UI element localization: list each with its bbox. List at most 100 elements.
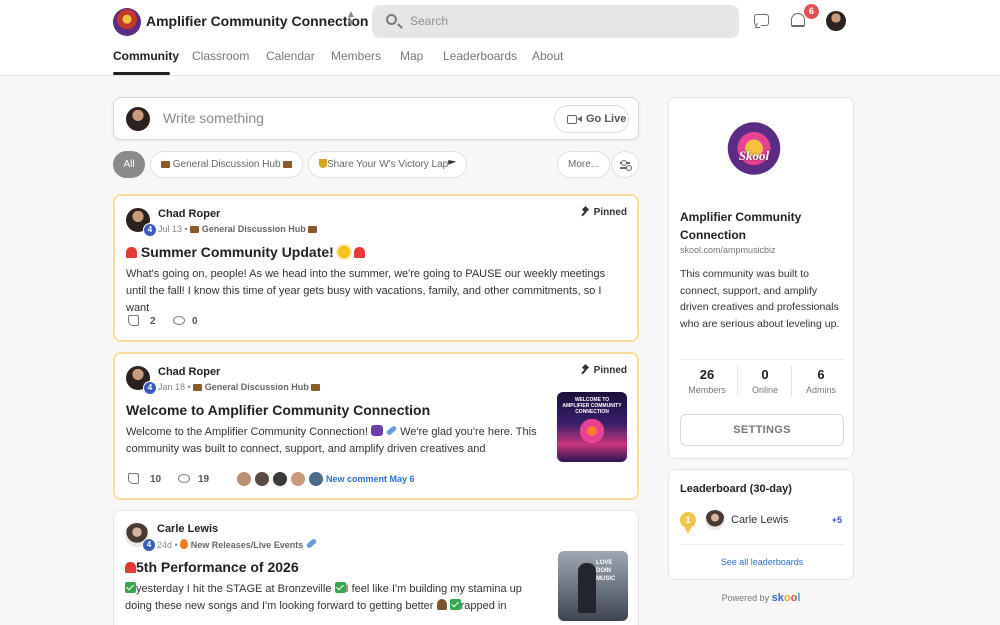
post-title-text: 5th Performance of 2026 [136,559,299,575]
leaderboard-title: Leaderboard (30-day) [680,483,792,495]
leader-avatar[interactable] [705,510,725,530]
post-category[interactable]: New Releases/Live Events [191,540,304,550]
filter-more-button[interactable]: More... [557,151,611,178]
post-title[interactable]: Welcome to Amplifier Community Connectio… [126,402,430,418]
post-author[interactable]: Chad Roper [158,208,220,220]
post-body[interactable]: Welcome to the Amplifier Community Conne… [126,424,546,458]
level-badge: 4 [142,538,156,552]
bell-icon[interactable] [791,13,805,27]
community-cover[interactable]: Skool [669,98,853,196]
leader-name[interactable]: Carle Lewis [731,514,788,526]
pinned-label: Pinned [581,207,627,218]
commenter-avatar [272,471,288,487]
post-category[interactable]: General Discussion Hub [205,382,309,392]
briefcase-icon [283,161,293,168]
search-input[interactable] [410,11,710,31]
new-comment-label[interactable]: New comment May 6 [326,474,415,484]
tab-about[interactable]: About [532,49,563,63]
community-description: This community was built to connect, sup… [680,268,840,330]
stat-divider [791,366,792,396]
post-meta: Jan 18 • General Discussion Hub [158,382,321,392]
skool-brand-logo: skool [772,592,801,604]
like-icon[interactable] [128,473,139,484]
notification-badge: 6 [804,4,819,19]
check-icon [125,582,136,593]
tab-map[interactable]: Map [400,49,423,63]
rocket-icon [305,538,318,549]
top-header: Amplifier Community Connection ▲▼ 6 Comm… [0,0,1000,76]
powered-by-footer[interactable]: Powered by skool [668,592,854,604]
pinned-label: Pinned [581,365,627,376]
see-all-leaderboards-link[interactable]: See all leaderboards [669,557,855,567]
briefcase-icon [311,384,321,391]
filter-victory-lap-chip[interactable]: Share Your W's Victory Lap [308,151,468,178]
chevron-updown-icon[interactable]: ▲ ▼ [344,10,358,32]
post-title[interactable]: 5th Performance of 2026 [125,559,299,575]
comment-icon[interactable] [173,316,185,325]
tab-leaderboards[interactable]: Leaderboards [443,49,517,63]
post-thumbnail[interactable]: LOVE DOIN MUSIC [558,551,628,621]
like-icon[interactable] [128,315,139,326]
post-card[interactable]: 4 Chad Roper Jan 18 • General Discussion… [113,352,639,500]
community-url[interactable]: skool.com/ampmusicbiz [680,245,776,255]
tab-classroom[interactable]: Classroom [192,49,249,63]
post-category[interactable]: General Discussion Hub [202,224,306,234]
check-icon [334,582,346,593]
user-avatar[interactable] [826,11,846,31]
stat-admins[interactable]: 6 Admins [794,367,848,395]
check-icon [449,599,461,610]
siren-icon [126,247,137,258]
briefcase-icon [161,161,170,168]
briefcase-icon [308,226,318,233]
filter-all-chip[interactable]: All [113,151,145,178]
commenter-avatar [236,471,252,487]
trophy-icon [319,159,327,168]
active-tab-indicator [113,72,170,75]
music-emoji-icon [370,425,383,436]
post-thumbnail[interactable]: WELCOME TO AMPLIFIER COMMUNITY CONNECTIO… [557,392,627,462]
chat-icon[interactable] [754,14,769,26]
filter-general-discussion-chip[interactable]: General Discussion Hub [150,151,304,178]
search-bar[interactable] [372,5,739,38]
brand-part: l [797,592,801,604]
filter-settings-icon[interactable] [611,151,639,178]
level-badge: 4 [143,223,157,237]
settings-button[interactable]: SETTINGS [680,414,844,446]
community-logo-icon[interactable] [113,8,141,36]
community-title[interactable]: Amplifier Community Connection [146,13,368,29]
post-card[interactable]: 4 Chad Roper Jul 13 • General Discussion… [113,194,639,342]
praying-hands-icon [436,599,447,610]
stat-members[interactable]: 26 Members [680,367,734,395]
post-title-text: Summer Community Update! [140,244,334,260]
sun-icon [337,246,350,258]
briefcase-icon [193,384,203,391]
post-meta: Jul 13 • General Discussion Hub [158,224,318,234]
pin-icon [581,365,590,374]
pinned-text: Pinned [593,365,627,376]
post-card[interactable]: 4 Carle Lewis 24d • New Releases/Live Ev… [113,510,639,625]
go-live-button[interactable]: Go Live [554,105,629,133]
flag-icon [448,160,457,165]
community-stats: 26 Members 0 Online 6 Admins [680,359,844,401]
stat-online[interactable]: 0 Online [738,367,792,395]
post-body[interactable]: yesterday I hit the STAGE at Bronzeville… [125,581,545,615]
write-something-input[interactable]: Write something [163,110,264,126]
post-title[interactable]: Summer Community Update! [126,244,365,260]
thumbnail-text: WELCOME TO AMPLIFIER COMMUNITY CONNECTIO… [562,397,622,415]
post-author[interactable]: Chad Roper [158,366,220,378]
post-date: Jan 18 [158,382,186,392]
post-body[interactable]: What's going on, people! As we head into… [126,266,626,317]
commenter-avatar [308,471,324,487]
tab-community[interactable]: Community [113,49,179,63]
video-camera-icon [567,115,582,124]
post-body-part: yesterday I hit the STAGE at Bronzeville [136,583,332,595]
commenter-avatar [290,471,306,487]
post-date: 24d [157,540,173,550]
search-icon [386,14,397,25]
post-author[interactable]: Carle Lewis [157,523,218,535]
tab-calendar[interactable]: Calendar [266,49,315,63]
post-composer[interactable]: Write something Go Live [113,97,639,140]
comment-icon[interactable] [178,474,190,483]
tab-members[interactable]: Members [331,49,381,63]
pin-icon [581,207,590,216]
